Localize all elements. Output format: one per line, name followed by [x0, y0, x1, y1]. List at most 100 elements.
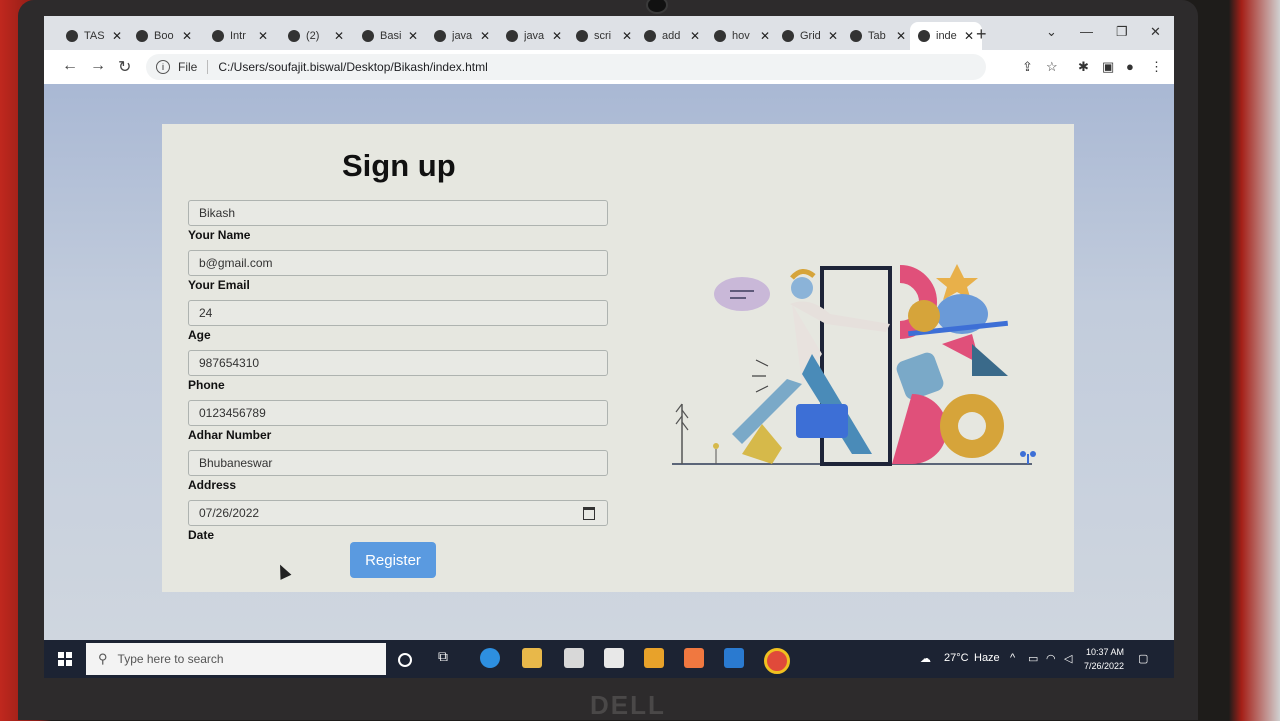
- windows-start-icon[interactable]: [58, 652, 72, 666]
- tab-close-icon[interactable]: ✕: [112, 29, 122, 43]
- wifi-icon[interactable]: ◠: [1046, 652, 1056, 665]
- tab-label: Intr: [230, 30, 246, 42]
- browser-tab[interactable]: java ✕: [506, 22, 562, 50]
- date-label: Date: [188, 528, 215, 542]
- browser-tab[interactable]: (2) ✕: [288, 22, 344, 50]
- tab-search-icon[interactable]: ⌄: [1046, 24, 1057, 40]
- edge-icon[interactable]: [480, 648, 500, 668]
- reload-icon[interactable]: ↻: [118, 57, 131, 77]
- mail-icon[interactable]: [604, 648, 624, 668]
- forward-icon[interactable]: →: [90, 57, 106, 75]
- calendar-icon[interactable]: [583, 507, 595, 520]
- address-scheme-label: File: [178, 60, 209, 74]
- tab-close-icon[interactable]: ✕: [258, 29, 268, 43]
- back-icon[interactable]: ←: [62, 57, 78, 75]
- adhar-label: Adhar Number: [188, 428, 272, 442]
- tab-label: Boo: [154, 30, 174, 42]
- taskbar-clock[interactable]: 10:37 AM 7/26/2022: [1084, 645, 1124, 673]
- address-input-value: Bhubaneswar: [199, 456, 273, 470]
- tab-close-icon[interactable]: ✕: [828, 29, 838, 43]
- tab-close-icon[interactable]: ✕: [182, 29, 192, 43]
- tab-label: Tab: [868, 30, 886, 42]
- browser-tab[interactable]: java ✕: [434, 22, 490, 50]
- menu-icon[interactable]: ⋮: [1150, 59, 1163, 75]
- notifications-icon[interactable]: ▢: [1138, 652, 1148, 665]
- tab-favicon-icon: [918, 30, 930, 42]
- share-icon[interactable]: ⇪: [1022, 59, 1033, 75]
- browser-tab[interactable]: inde ✕: [910, 22, 983, 50]
- task-view-icon[interactable]: ⧉: [438, 648, 458, 668]
- tab-close-icon[interactable]: ✕: [552, 29, 562, 43]
- weather-desc[interactable]: Haze: [974, 652, 1000, 664]
- date-input-value: 07/26/2022: [199, 506, 260, 520]
- page-title: Sign up: [342, 148, 456, 183]
- browser-tab[interactable]: Intr ✕: [212, 22, 268, 50]
- xampp-icon[interactable]: [684, 648, 704, 668]
- name-input[interactable]: Bikash: [188, 200, 608, 226]
- sticky-app-icon[interactable]: [644, 648, 664, 668]
- tray-chevron-icon[interactable]: ^: [1010, 652, 1015, 664]
- address-bar[interactable]: i File C:/Users/soufajit.biswal/Desktop/…: [146, 54, 986, 80]
- cortana-icon[interactable]: [398, 653, 412, 667]
- name-input-value: Bikash: [199, 206, 236, 220]
- date-input[interactable]: 07/26/2022: [188, 500, 608, 526]
- tab-favicon-icon: [576, 30, 588, 42]
- laptop-screen: TAS ✕ Boo ✕ Intr ✕ (2) ✕ Basi ✕ java ✕ java ✕ scri ✕ add…: [44, 16, 1174, 678]
- tab-favicon-icon: [644, 30, 656, 42]
- browser-tab[interactable]: Tab ✕: [850, 22, 906, 50]
- tab-label: Grid: [800, 30, 821, 42]
- weather-icon[interactable]: ☁: [920, 652, 931, 665]
- tab-close-icon[interactable]: ✕: [408, 29, 418, 43]
- bookmark-star-icon[interactable]: ☆: [1046, 59, 1058, 75]
- dell-logo: DELL: [590, 690, 666, 720]
- email-input[interactable]: b@gmail.com: [188, 250, 608, 276]
- browser-tab[interactable]: Boo ✕: [136, 22, 192, 50]
- profile-icon[interactable]: ●: [1126, 59, 1134, 74]
- tab-close-icon[interactable]: ✕: [690, 29, 700, 43]
- browser-tab[interactable]: add ✕: [644, 22, 700, 50]
- windows-taskbar: ⚲ Type here to search ⧉ ☁ 27°C Haze ^ ▭ …: [44, 640, 1174, 678]
- browser-tab[interactable]: TAS ✕: [66, 22, 122, 50]
- tab-close-icon[interactable]: ✕: [896, 29, 906, 43]
- minimize-button[interactable]: —: [1080, 24, 1093, 39]
- age-input[interactable]: 24: [188, 300, 608, 326]
- restore-button[interactable]: ❐: [1116, 24, 1128, 40]
- browser-tab[interactable]: Basi ✕: [362, 22, 418, 50]
- close-window-button[interactable]: ✕: [1150, 24, 1161, 40]
- browser-tab[interactable]: hov ✕: [714, 22, 770, 50]
- tab-label: java: [452, 30, 473, 42]
- tab-close-icon[interactable]: ✕: [480, 29, 490, 43]
- vscode-icon[interactable]: [724, 648, 744, 668]
- tab-favicon-icon: [288, 30, 300, 42]
- tab-favicon-icon: [850, 30, 862, 42]
- phone-input[interactable]: 987654310: [188, 350, 608, 376]
- battery-icon[interactable]: ▭: [1028, 652, 1038, 665]
- age-label: Age: [188, 328, 211, 342]
- browser-tab[interactable]: scri ✕: [576, 22, 632, 50]
- new-tab-button[interactable]: +: [976, 24, 987, 45]
- adhar-input-value: 0123456789: [199, 406, 266, 420]
- adhar-input[interactable]: 0123456789: [188, 400, 608, 426]
- weather-temp[interactable]: 27°C: [944, 652, 969, 664]
- volume-icon[interactable]: ◁: [1064, 652, 1072, 665]
- site-info-icon[interactable]: i: [156, 60, 170, 74]
- store-icon[interactable]: [564, 648, 584, 668]
- taskbar-search-box[interactable]: ⚲ Type here to search: [86, 643, 386, 675]
- tab-favicon-icon: [506, 30, 518, 42]
- tab-close-icon[interactable]: ✕: [334, 29, 344, 43]
- register-button[interactable]: Register: [350, 542, 436, 578]
- address-input[interactable]: Bhubaneswar: [188, 450, 608, 476]
- browser-tab[interactable]: Grid ✕: [782, 22, 838, 50]
- webcam: [646, 0, 668, 14]
- extensions-icon[interactable]: ✱: [1078, 59, 1089, 75]
- chrome-icon[interactable]: [764, 648, 790, 674]
- tab-close-icon[interactable]: ✕: [964, 29, 974, 43]
- tab-close-icon[interactable]: ✕: [622, 29, 632, 43]
- side-panel-icon[interactable]: ▣: [1102, 59, 1114, 75]
- file-explorer-icon[interactable]: [522, 648, 542, 668]
- taskbar-search-placeholder: Type here to search: [117, 652, 224, 666]
- signup-illustration: [672, 264, 1036, 466]
- tab-close-icon[interactable]: ✕: [760, 29, 770, 43]
- tab-favicon-icon: [362, 30, 374, 42]
- address-url[interactable]: C:/Users/soufajit.biswal/Desktop/Bikash/…: [218, 60, 487, 74]
